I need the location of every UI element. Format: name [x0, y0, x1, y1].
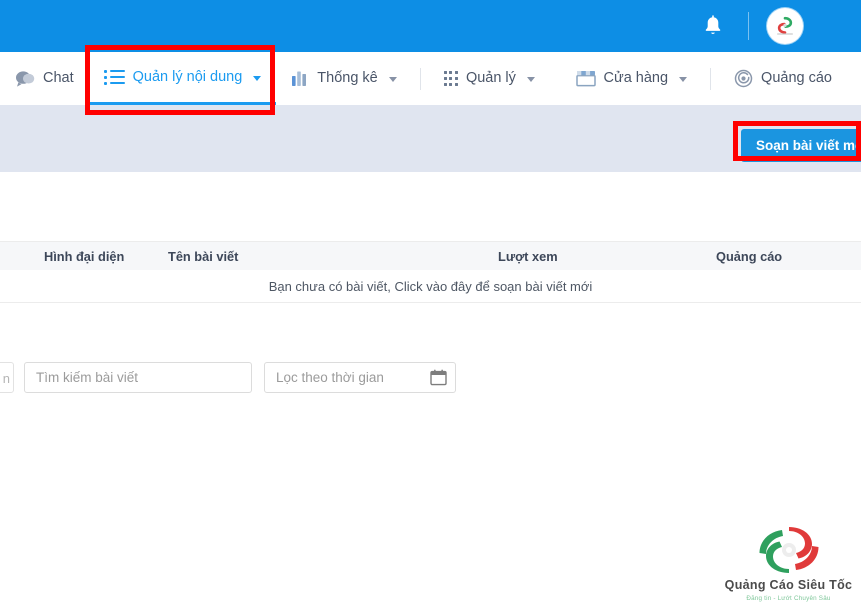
- brand-logo: Quảng Cáo Siêu Tốc Đăng tin - Lướt Chuyê…: [716, 524, 861, 612]
- search-input[interactable]: [24, 362, 252, 393]
- brand-name: Quảng Cáo Siêu Tốc: [724, 578, 853, 592]
- left-clipped-control[interactable]: n: [0, 362, 14, 393]
- nav-item-quan-ly-noi-dung-label: Quản lý nội dung: [132, 68, 243, 85]
- nav-item-cua-hang-label: Cửa hàng: [603, 70, 669, 87]
- filter-row: n: [0, 172, 861, 393]
- top-bar-divider: [748, 12, 749, 40]
- main-navigation: Chat Quản lý nội dung Thống kê Quản lý C…: [0, 52, 861, 106]
- table-empty-row: Bạn chưa có bài viết, Click vào đây để s…: [0, 270, 861, 303]
- nav-divider: [710, 67, 712, 90]
- bar-chart-icon: [291, 70, 309, 87]
- nav-item-quang-cao[interactable]: Quảng cáo: [719, 52, 847, 105]
- date-filter-input[interactable]: [264, 362, 456, 393]
- content-toolbar: [0, 105, 861, 172]
- column-header-luot-xem: Lượt xem: [498, 249, 558, 264]
- chevron-down-icon: [679, 77, 688, 82]
- chevron-down-icon: [388, 77, 397, 82]
- chevron-down-icon: [526, 77, 535, 82]
- nav-item-quan-ly-label: Quản lý: [465, 70, 516, 87]
- target-icon: [734, 69, 753, 88]
- notification-bell-button[interactable]: [696, 9, 730, 43]
- brand-tagline: Đăng tin - Lướt Chuyên Sâu: [746, 595, 831, 602]
- brand-swirl-icon: [759, 527, 818, 573]
- avatar-logo-icon: [777, 16, 793, 35]
- column-header-quang-cao: Quảng cáo: [716, 249, 783, 264]
- top-bar-actions: [696, 0, 861, 52]
- nav-item-cua-hang[interactable]: Cửa hàng: [561, 52, 703, 105]
- nav-item-quang-cao-label: Quảng cáo: [761, 70, 832, 87]
- column-header-ten-bai-viet: Tên bài viết: [168, 249, 239, 264]
- nav-item-thong-ke[interactable]: Thống kê: [276, 52, 411, 105]
- avatar[interactable]: [767, 8, 803, 44]
- nav-left-group: Chat Quản lý nội dung Thống kê Quản lý: [0, 52, 550, 105]
- grid-dots-icon: [443, 71, 458, 86]
- page-root: Chat Quản lý nội dung Thống kê Quản lý C…: [0, 0, 861, 615]
- store-icon: [575, 70, 596, 87]
- calendar-icon[interactable]: [430, 369, 447, 386]
- date-filter: [264, 362, 456, 393]
- bell-icon: [703, 15, 723, 37]
- nav-item-chat-label: Chat: [43, 70, 74, 87]
- empty-state-message[interactable]: Bạn chưa có bài viết, Click vào đây để s…: [269, 279, 593, 294]
- list-icon: [103, 69, 125, 85]
- nav-item-chat[interactable]: Chat: [0, 52, 89, 105]
- chevron-down-icon: [253, 75, 262, 81]
- new-post-button[interactable]: Soạn bài viết mới: [741, 129, 861, 162]
- nav-item-thong-ke-label: Thống kê: [317, 70, 378, 87]
- nav-divider: [419, 67, 421, 90]
- nav-item-quan-ly-noi-dung[interactable]: Quản lý nội dung: [88, 52, 277, 105]
- table-header-row: Hình đại diện Tên bài viết Lượt xem Quản…: [0, 241, 861, 272]
- column-header-hinh-dai-dien: Hình đại diện: [44, 249, 125, 264]
- chat-bubble-icon: [15, 70, 35, 88]
- top-bar: [0, 0, 861, 52]
- nav-right-group: Cửa hàng Quảng cáo: [561, 52, 861, 105]
- nav-item-quan-ly[interactable]: Quản lý: [429, 52, 550, 105]
